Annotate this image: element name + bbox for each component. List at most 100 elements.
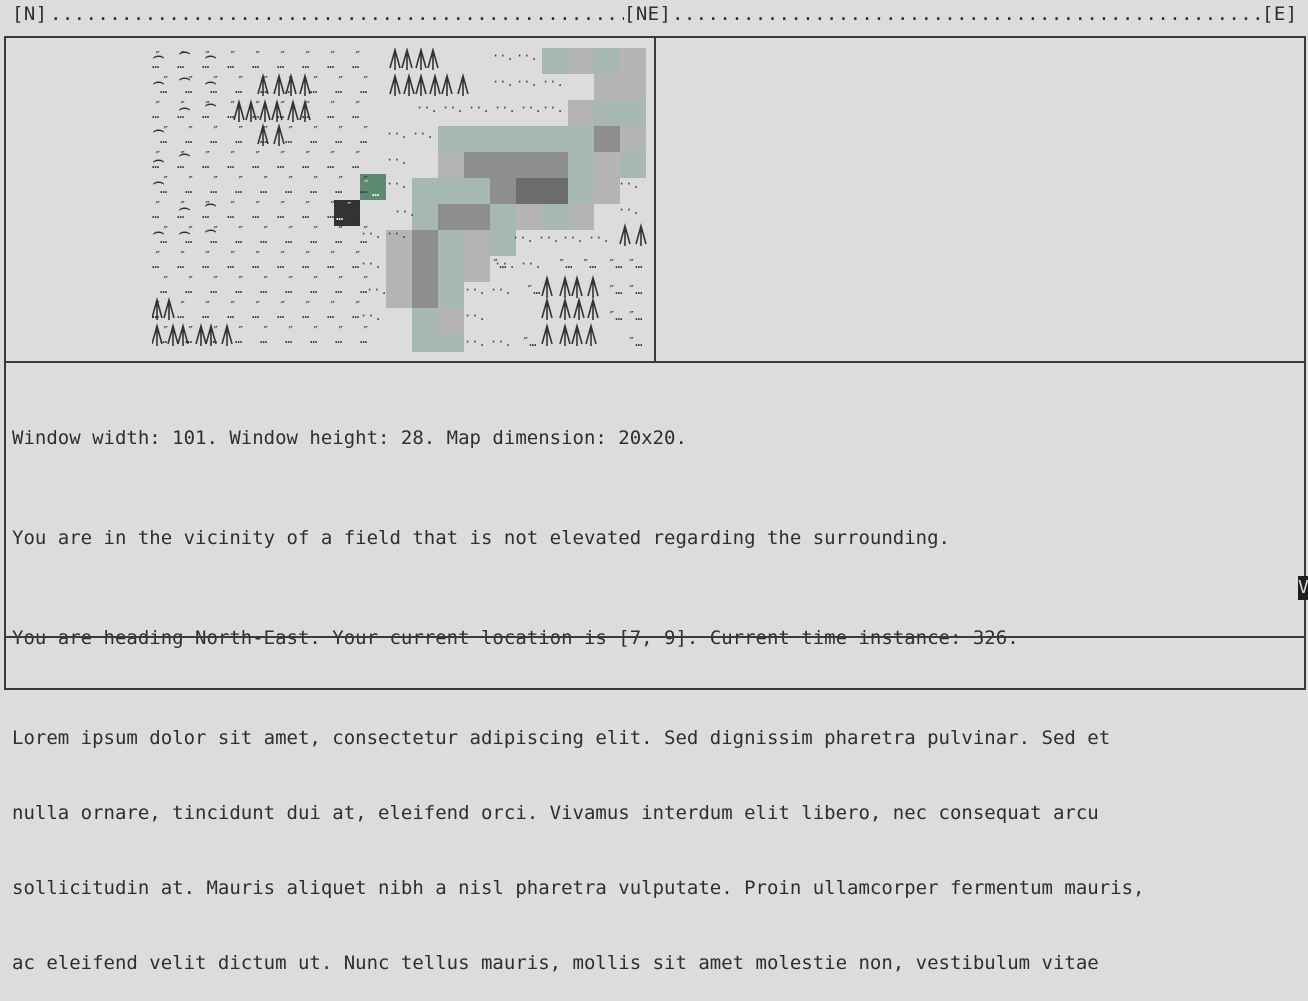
command-input[interactable] (4, 636, 1306, 690)
grass-icon: … (210, 132, 217, 146)
terrain-tile (438, 152, 464, 178)
grass-icon: … (302, 207, 309, 221)
compass-dots-right: ........................................… (672, 3, 1262, 25)
grass-icon: … (227, 257, 234, 271)
sand-icon: ··. (386, 177, 408, 191)
grass-icon: … (152, 257, 159, 271)
tree-icon (571, 275, 583, 298)
terrain-tile (438, 282, 464, 308)
grass-icon: … (227, 157, 234, 171)
grass-icon: … (210, 332, 217, 346)
grass-icon: … (160, 332, 167, 346)
tree-icon (273, 73, 285, 96)
grass-icon: … (152, 57, 159, 71)
grass-icon: … (252, 257, 259, 271)
grass-icon: … (302, 157, 309, 171)
grass-icon: … (335, 332, 342, 346)
grass-icon: … (360, 82, 367, 96)
terrain-tile (438, 308, 464, 334)
grass-icon: … (302, 107, 309, 121)
sand-icon: ··. (360, 309, 382, 323)
terrain-tile (594, 74, 646, 100)
grass-icon: ″… (628, 309, 642, 323)
grass-icon: … (327, 257, 334, 271)
grass-icon: ″… (628, 335, 642, 349)
sand-icon: ··. (516, 75, 538, 89)
grass-icon: … (302, 307, 309, 321)
grass-icon: … (302, 257, 309, 271)
terrain-tile (490, 204, 516, 230)
tree-icon (427, 48, 439, 70)
grass-icon: … (185, 82, 192, 96)
sand-icon: ··. (416, 101, 438, 115)
grass-icon: ″… (608, 257, 622, 271)
sand-icon: ··. (360, 257, 382, 271)
sand-icon: ··. (412, 127, 434, 141)
grass-icon: … (227, 307, 234, 321)
grass-icon: … (210, 82, 217, 96)
sand-icon: ··. (464, 335, 486, 349)
grass-icon: … (310, 182, 317, 196)
lorem-line: ac eleifend velit dictum ut. Nunc tellus… (12, 952, 1099, 974)
lorem-line: Lorem ipsum dolor sit amet, consectetur … (12, 727, 1111, 749)
grass-icon: … (360, 132, 367, 146)
grass-icon: … (285, 82, 292, 96)
grass-icon: ″… (582, 257, 596, 271)
terrain-tile (568, 126, 594, 152)
grass-icon: … (335, 232, 342, 246)
tree-icon (587, 297, 599, 320)
terrain-tile (412, 204, 438, 230)
sand-icon: ··. (464, 283, 486, 297)
terrain-tile (568, 48, 594, 74)
grass-icon: … (277, 207, 284, 221)
grass-icon: … (310, 282, 317, 296)
tree-icon (541, 297, 553, 320)
grass-icon: … (235, 82, 242, 96)
tree-icon (571, 323, 583, 346)
terrain-tile (464, 152, 568, 178)
grass-icon: … (235, 232, 242, 246)
sand-icon: ··. (464, 309, 486, 323)
terrain-tile (568, 100, 594, 126)
tree-icon (221, 323, 233, 346)
grass-icon: … (152, 107, 159, 121)
grass-icon: … (185, 182, 192, 196)
window-dimensions-line: Window width: 101. Window height: 28. Ma… (12, 427, 687, 449)
tree-icon (167, 323, 179, 346)
terrain-tile (386, 256, 412, 282)
sand-icon: ··. (542, 101, 564, 115)
grass-icon: … (352, 307, 359, 321)
grass-icon: … (210, 232, 217, 246)
sand-icon: ··. (366, 283, 388, 297)
marker-glyph: … (336, 209, 343, 223)
sand-icon: ··. (512, 231, 534, 245)
terrain-tile (542, 204, 568, 230)
terrain-tile (516, 178, 568, 204)
grass-icon: … (160, 132, 167, 146)
grass-icon: … (260, 332, 267, 346)
terrain-tile (412, 230, 438, 256)
tree-icon (259, 99, 271, 122)
grass-icon: … (360, 332, 367, 346)
grass-icon: … (202, 57, 209, 71)
grass-icon: … (160, 232, 167, 246)
compass-north: [N] (12, 3, 48, 25)
grass-icon: … (177, 257, 184, 271)
terrain-tile (438, 204, 490, 230)
grass-icon: ″… (526, 283, 540, 297)
sand-icon: ··. (490, 335, 512, 349)
grass-icon: … (335, 182, 342, 196)
compass-bar: [N] ....................................… (12, 1, 1300, 27)
grass-icon: … (352, 207, 359, 221)
tree-icon (559, 323, 571, 346)
terrain-tile (594, 100, 646, 126)
tree-icon (415, 73, 427, 96)
grass-icon: … (327, 107, 334, 121)
grass-icon: ″… (608, 309, 622, 323)
sand-icon: ··. (520, 101, 542, 115)
grass-icon: … (152, 157, 159, 171)
side-panel (654, 36, 1306, 363)
grass-icon: … (335, 282, 342, 296)
grass-icon: … (202, 157, 209, 171)
terrain-tile (568, 178, 594, 204)
